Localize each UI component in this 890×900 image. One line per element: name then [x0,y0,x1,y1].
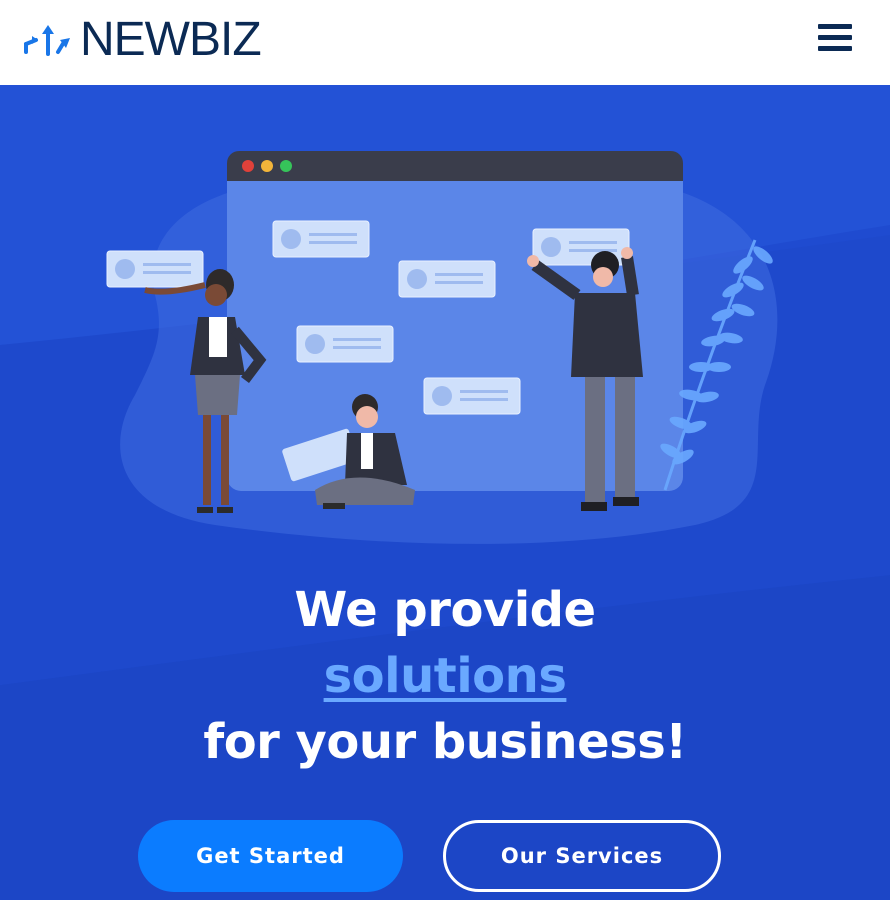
headline-line-3: for your business! [203,714,687,770]
get-started-button[interactable]: Get Started [138,820,403,892]
headline-line-1: We provide [294,582,596,638]
headline-accent-link[interactable]: solutions [324,648,567,704]
team-collaboration-board-illustration [106,151,778,544]
hamburger-menu-icon[interactable] [818,24,854,56]
hero-headline: We provide solutions for your business! [0,577,890,775]
logo[interactable]: NEWBIZ [22,12,262,67]
brand-name: NEWBIZ [80,12,262,66]
site-header: NEWBIZ [0,0,890,85]
our-services-button[interactable]: Our Services [443,820,721,892]
arrows-logo-icon [24,24,70,56]
hero-section: We provide solutions for your business! … [0,85,890,900]
